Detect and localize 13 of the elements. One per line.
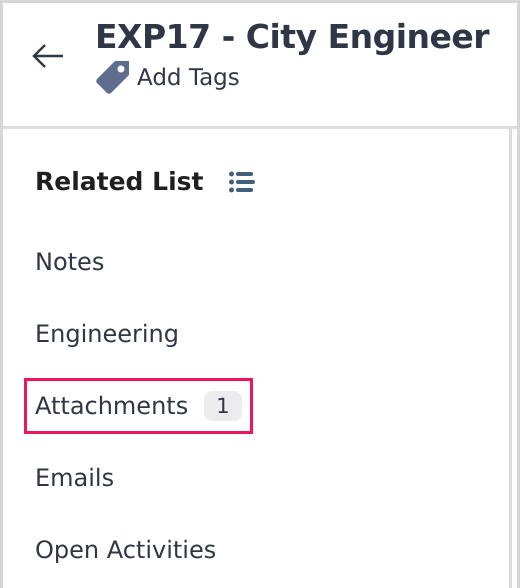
back-button[interactable] [31, 43, 65, 69]
list-icon[interactable] [229, 170, 256, 192]
back-arrow-icon [31, 43, 65, 69]
add-tags-button[interactable]: Add Tags [95, 60, 490, 96]
related-list-item[interactable]: Notes [35, 248, 104, 276]
tag-icon [95, 60, 131, 96]
related-list-item[interactable]: Attachments [35, 392, 188, 420]
count-badge: 1 [204, 391, 242, 421]
related-list-item[interactable]: Open Activities [35, 536, 216, 564]
related-list-heading: Related List [35, 167, 204, 196]
related-list-item[interactable]: Emails [35, 464, 114, 492]
related-list-item[interactable]: Engineering [35, 320, 179, 348]
record-title: EXP17 - City Engineer [95, 17, 490, 56]
